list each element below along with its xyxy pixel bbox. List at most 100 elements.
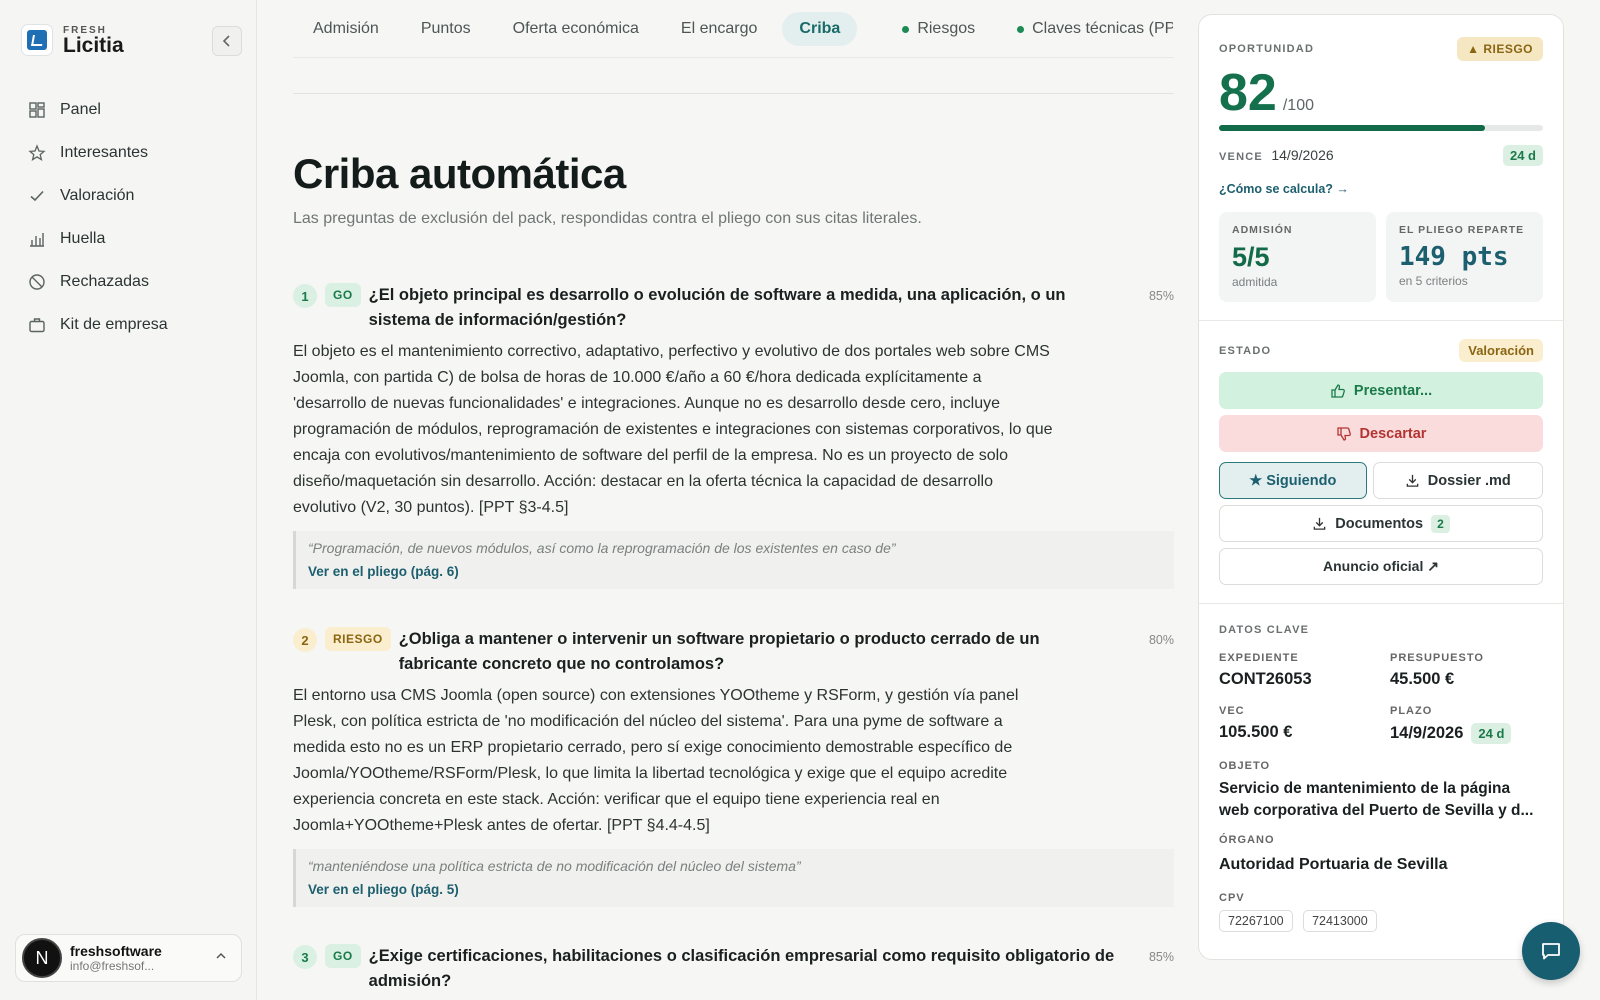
score-max: /100 xyxy=(1282,97,1314,114)
days-left-badge: 24 d xyxy=(1502,145,1543,166)
stat-note: admitida xyxy=(1232,275,1278,289)
brand-name: Licitia xyxy=(63,33,124,57)
status-dot-icon xyxy=(902,25,910,33)
follow-button[interactable]: ★ Siguiendo xyxy=(1219,462,1367,499)
tab-admision[interactable]: Admisión xyxy=(296,12,396,46)
opportunity-panel: OPORTUNIDAD ▲ RIESGO 82 /100 VENCE 14/9/… xyxy=(1198,14,1564,960)
view-in-document-link[interactable]: Ver en el pliego (pág. 5) xyxy=(308,882,1162,897)
nav-label: Valoración xyxy=(60,186,135,204)
nav-item-valoracion[interactable]: Valoración xyxy=(22,174,237,217)
score-bar-fill xyxy=(1219,125,1485,131)
nav-label: Panel xyxy=(60,100,101,118)
present-button[interactable]: Presentar... xyxy=(1219,372,1543,409)
term-value: 14/9/2026 xyxy=(1390,724,1464,742)
page-subtitle: Las preguntas de exclusión del pack, res… xyxy=(293,210,922,227)
chevron-up-icon xyxy=(215,949,227,965)
budget-value: 45.500 € xyxy=(1390,670,1455,688)
risk-badge: ▲ RIESGO xyxy=(1457,37,1543,61)
section-tabs: Admisión Puntos Oferta económica El enca… xyxy=(296,10,1173,48)
thumbs-up-icon xyxy=(1331,383,1345,398)
nav-label: Kit de empresa xyxy=(60,315,168,333)
nav-item-interesantes[interactable]: Interesantes xyxy=(22,131,237,174)
nav-label: Rechazadas xyxy=(60,272,149,290)
tab-label: Puntos xyxy=(420,20,471,37)
nav-item-huella[interactable]: Huella xyxy=(22,217,237,260)
tab-claves-tecnicas[interactable]: Claves técnicas (PPT xyxy=(1000,12,1173,46)
page-title: Criba automática xyxy=(293,150,626,197)
quote-text: “manteniéndose una política estricta de … xyxy=(308,858,801,874)
ban-icon xyxy=(28,273,46,291)
question-title: ¿Obliga a mantener o intervenir un softw… xyxy=(398,630,1040,673)
stat-value: 149 pts xyxy=(1399,242,1509,272)
opportunity-label: OPORTUNIDAD xyxy=(1219,43,1315,55)
brand-logo[interactable]: FRESH Licitia xyxy=(21,24,124,56)
screening-question: 3 GO ¿Exige certificaciones, habilitacio… xyxy=(293,944,1174,994)
budget-label: PRESUPUESTO xyxy=(1390,652,1484,664)
star-icon xyxy=(28,143,46,162)
quote-block: “Programación, de nuevos módulos, así co… xyxy=(293,531,1174,589)
question-answer: El entorno usa CMS Joomla (open source) … xyxy=(293,687,1019,834)
dashboard-icon xyxy=(28,101,46,119)
chat-button[interactable] xyxy=(1522,922,1580,980)
nav-item-kit[interactable]: Kit de empresa xyxy=(22,303,237,346)
sidebar: FRESH Licitia Panel Interesantes Valorac… xyxy=(0,0,257,1000)
screening-question: 1 GO ¿El objeto principal es desarrollo … xyxy=(293,283,1174,589)
tab-label: Criba xyxy=(799,20,841,37)
expediente-value: CONT26053 xyxy=(1219,670,1312,688)
discard-button[interactable]: Descartar xyxy=(1219,415,1543,452)
collapse-sidebar-button[interactable] xyxy=(212,26,242,56)
bar-chart-icon xyxy=(28,230,46,248)
tabs-divider xyxy=(293,57,1174,58)
tab-riesgos[interactable]: Riesgos xyxy=(885,12,992,46)
vec-value: 105.500 € xyxy=(1219,723,1293,741)
question-answer: El objeto es el mantenimiento correctivo… xyxy=(293,343,1053,516)
due-date: 14/9/2026 xyxy=(1271,146,1334,163)
tab-label: El encargo xyxy=(680,20,758,37)
confidence-value: 80% xyxy=(1148,633,1174,647)
opportunity-score: 82 xyxy=(1219,64,1277,122)
view-in-document-link[interactable]: Ver en el pliego (pág. 6) xyxy=(308,564,1162,579)
how-calculated-link[interactable]: ¿Cómo se calcula? → xyxy=(1219,182,1543,196)
cpv-code: 72413000 xyxy=(1303,910,1377,932)
term-label: PLAZO xyxy=(1390,705,1433,717)
stat-label: ADMISIÓN xyxy=(1232,224,1293,236)
object-label: OBJETO xyxy=(1219,760,1271,772)
content-divider xyxy=(293,93,1174,94)
question-number: 2 xyxy=(293,628,317,652)
key-data-label: DATOS CLAVE xyxy=(1219,624,1310,636)
nav-item-rechazadas[interactable]: Rechazadas xyxy=(22,260,237,303)
chat-icon xyxy=(1542,943,1560,960)
dossier-download-button[interactable]: Dossier .md xyxy=(1372,462,1543,499)
cpv-label: CPV xyxy=(1219,892,1245,904)
download-icon xyxy=(1406,474,1419,487)
days-left-badge: 24 d xyxy=(1471,723,1512,744)
nav-item-panel[interactable]: Panel xyxy=(22,88,237,131)
tab-criba[interactable]: Criba xyxy=(782,12,858,46)
due-label: VENCE xyxy=(1219,150,1263,163)
user-menu[interactable]: N freshsoftware info@freshsof... xyxy=(15,934,242,982)
button-label: Descartar xyxy=(1359,425,1427,442)
user-email: info@freshsof... xyxy=(70,959,155,973)
confidence-value: 85% xyxy=(1148,950,1174,964)
official-notice-button[interactable]: Anuncio oficial ↗ xyxy=(1219,548,1543,585)
briefcase-icon xyxy=(28,316,46,334)
score-bar xyxy=(1219,125,1543,131)
button-label: Dossier .md xyxy=(1427,472,1511,489)
tab-puntos[interactable]: Puntos xyxy=(404,12,488,46)
main-header: Criba automática Las preguntas de exclus… xyxy=(293,150,1174,228)
nav-label: Interesantes xyxy=(60,143,149,161)
question-title: ¿El objeto principal es desarrollo o evo… xyxy=(368,286,1066,329)
documents-button[interactable]: Documentos 2 xyxy=(1219,505,1543,542)
organ-label: ÓRGANO xyxy=(1219,834,1275,846)
documents-count-badge: 2 xyxy=(1431,514,1450,533)
button-label: Documentos xyxy=(1335,515,1424,532)
vec-label: VEC xyxy=(1219,705,1245,717)
admission-stat: ADMISIÓN 5/5 admitida xyxy=(1219,212,1376,302)
confidence-value: 85% xyxy=(1148,289,1174,303)
tab-el-encargo[interactable]: El encargo xyxy=(664,12,775,46)
verdict-badge: RIESGO xyxy=(325,627,391,651)
state-label: ESTADO xyxy=(1219,344,1272,357)
tab-oferta-economica[interactable]: Oferta económica xyxy=(496,12,656,46)
organ-value: Autoridad Portuaria de Sevilla xyxy=(1219,856,1448,873)
nav-label: Huella xyxy=(60,229,106,247)
